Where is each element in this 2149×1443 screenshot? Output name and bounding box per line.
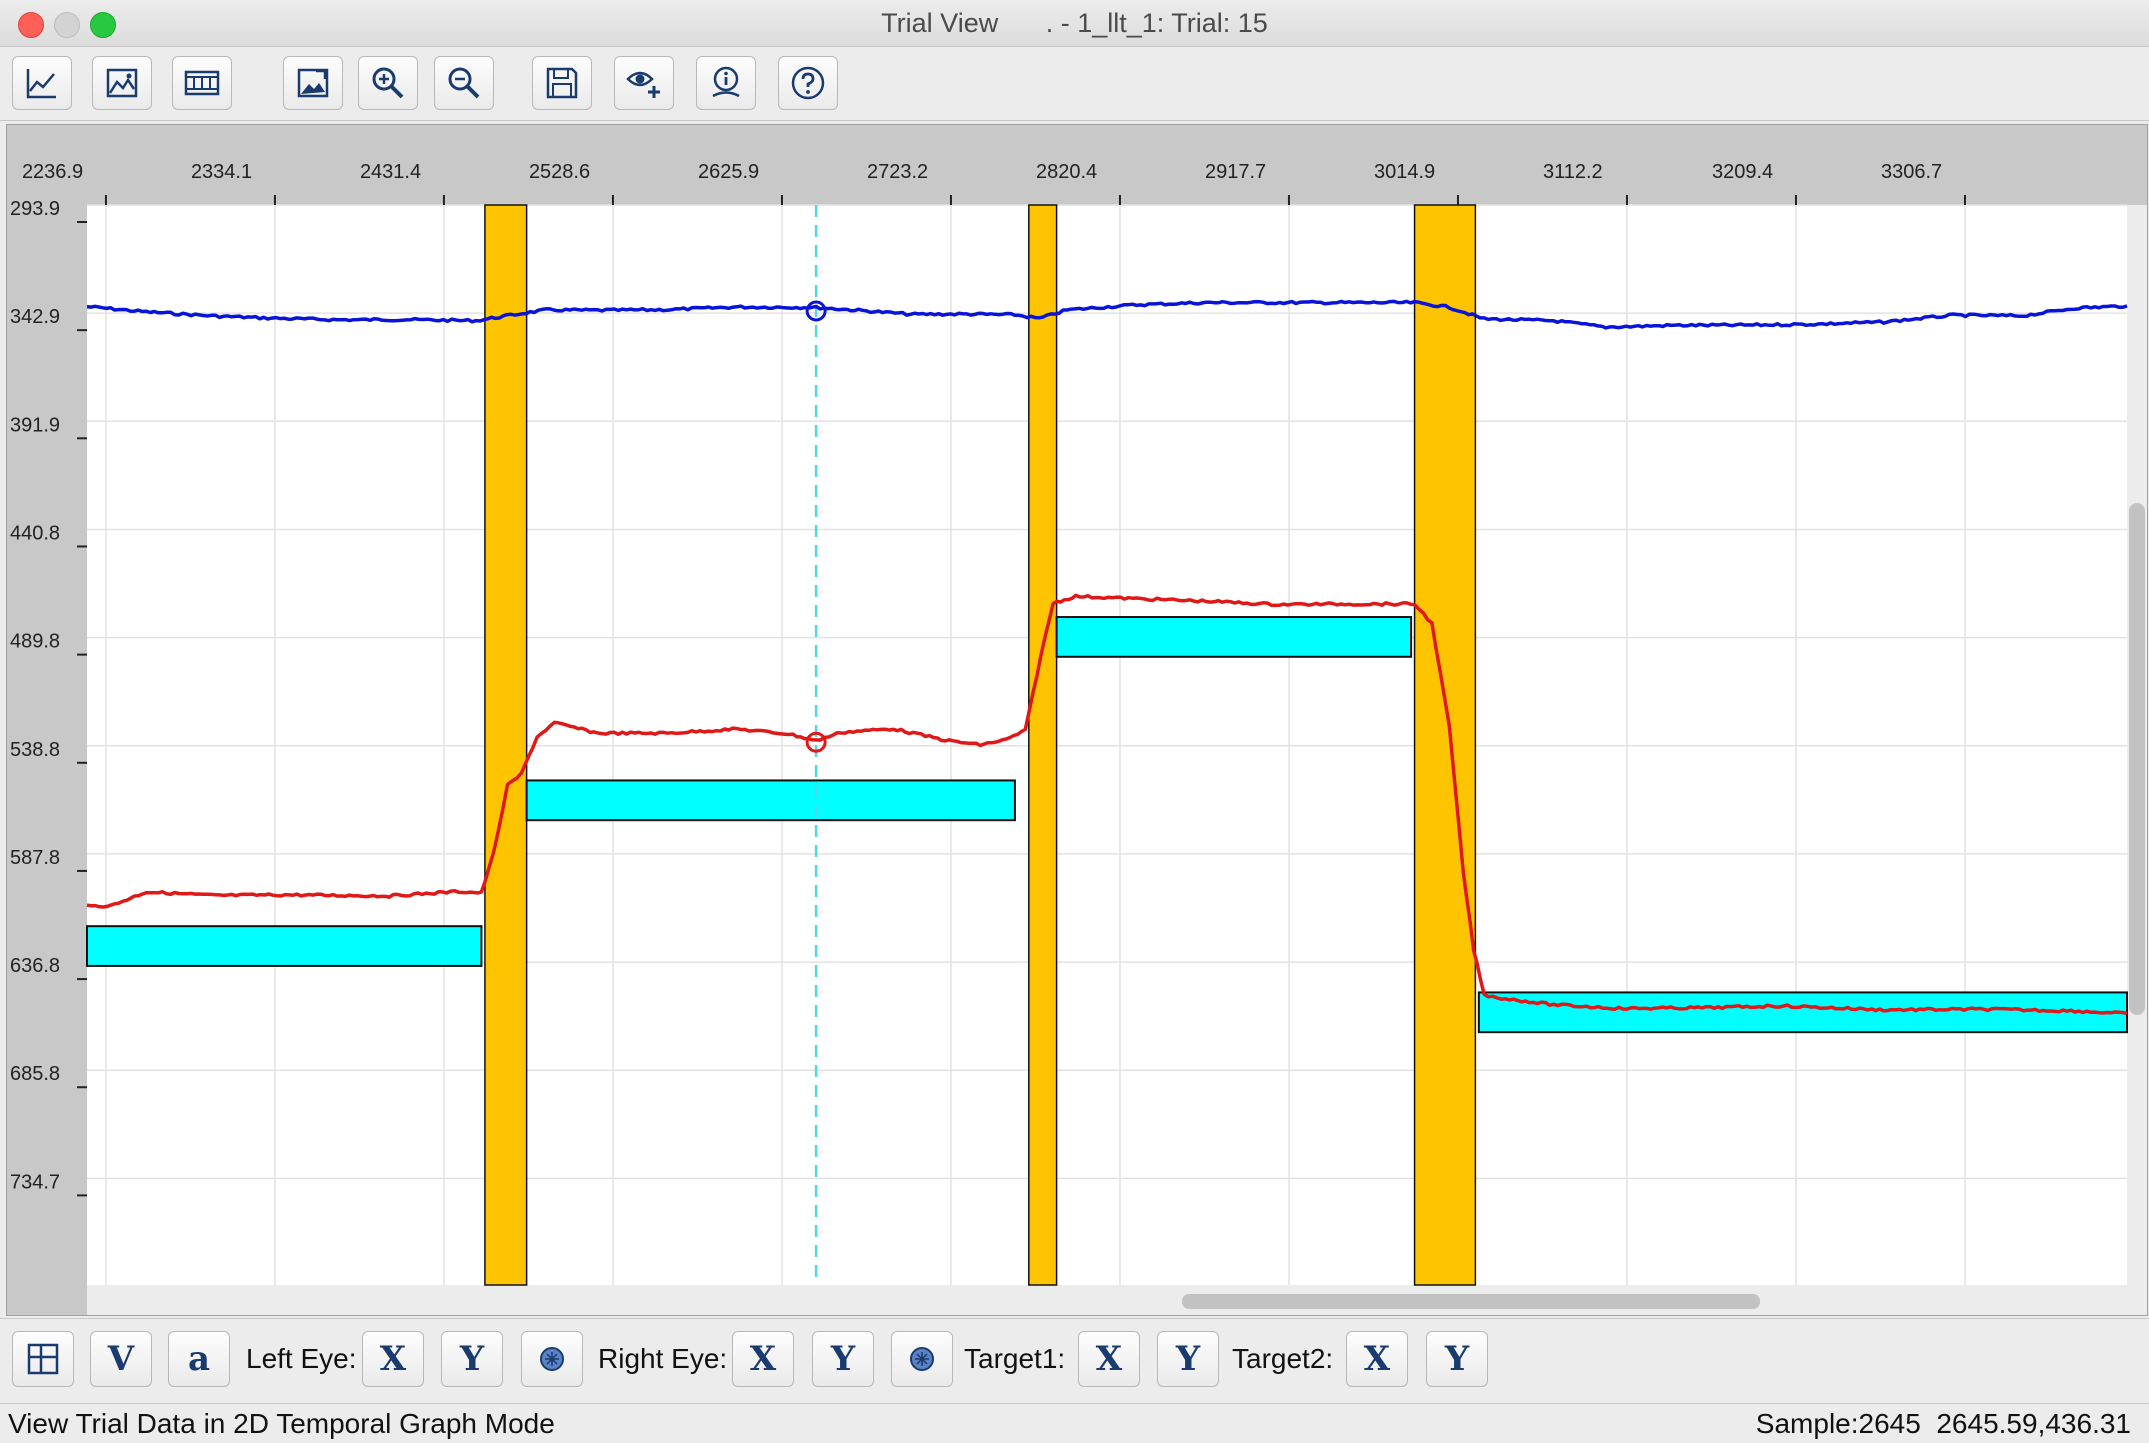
layout-grid-button[interactable] <box>12 1331 74 1387</box>
eye-add-icon <box>626 71 660 98</box>
target-box <box>86 925 483 967</box>
y-tick-label: 440.8 <box>10 522 60 544</box>
target2-x-button[interactable]: X <box>1346 1331 1408 1387</box>
window-title-trial: . - 1_llt_1: Trial: 15 <box>1045 8 1268 38</box>
info-icon <box>712 66 740 98</box>
x-tick-label: 3014.9 <box>1374 161 1435 183</box>
pupil-icon <box>910 1347 934 1371</box>
film-strip-icon <box>184 70 220 96</box>
x-tick-label: 3306.7 <box>1881 161 1942 183</box>
saccade-band <box>484 204 528 1286</box>
target2-y-button[interactable]: Y <box>1426 1331 1488 1387</box>
y-tick-label: 685.8 <box>10 1063 60 1085</box>
target1-y-button[interactable]: Y <box>1157 1331 1219 1387</box>
horizontal-scroll-thumb[interactable] <box>1182 1294 1760 1309</box>
image-edit-icon <box>297 68 329 98</box>
x-tick-label: 2334.1 <box>191 161 252 183</box>
right-eye-y-button[interactable]: Y <box>812 1331 874 1387</box>
info-button[interactable] <box>696 56 756 110</box>
grid-layout-icon <box>27 1343 59 1375</box>
zoom-out-button[interactable] <box>434 56 494 110</box>
help-button[interactable] <box>778 56 838 110</box>
pupil-icon <box>540 1347 564 1371</box>
status-bar: View Trial Data in 2D Temporal Graph Mod… <box>0 1404 2149 1443</box>
y-tick-label: 391.9 <box>10 414 60 436</box>
sample-readout: Sample:2645 2645.59,436.31 <box>1755 1408 2131 1439</box>
right-eye-pupil-button[interactable] <box>891 1331 953 1387</box>
x-tick-label: 3209.4 <box>1712 161 1773 183</box>
help-icon <box>791 66 825 100</box>
eye-add-button[interactable] <box>614 56 674 110</box>
film-strip-button[interactable] <box>172 56 232 110</box>
x-tick-label: 2625.9 <box>698 161 759 183</box>
save-button[interactable] <box>532 56 592 110</box>
y-tick-label: 342.9 <box>10 306 60 328</box>
left-eye-y-button[interactable]: Y <box>441 1331 503 1387</box>
image-graph-button[interactable] <box>92 56 152 110</box>
image-graph-icon <box>106 68 138 98</box>
window-title: Trial View . - 1_llt_1: Trial: 15 <box>0 8 2149 39</box>
line-graph-icon <box>26 69 56 99</box>
x-tick-label: 2820.4 <box>1036 161 1097 183</box>
velocity-toggle-button[interactable]: V <box>90 1331 152 1387</box>
line-graph-button[interactable] <box>12 56 72 110</box>
left-eye-pupil-button[interactable] <box>521 1331 583 1387</box>
window-title-main: Trial View <box>881 8 999 38</box>
left-eye-label: Left Eye: <box>246 1343 357 1374</box>
target-box <box>1055 616 1413 658</box>
y-tick-label: 734.7 <box>10 1171 60 1193</box>
x-tick-label: 2431.4 <box>360 161 421 183</box>
temporal-graph-panel[interactable]: 2236.9 2334.1 2431.4 2528.6 2625.9 2723.2 2820… <box>6 124 2148 1316</box>
zoom-out-icon <box>448 67 480 99</box>
target1-x-button[interactable]: X <box>1078 1331 1140 1387</box>
x-tick-label: 2723.2 <box>867 161 928 183</box>
y-tick-label: 587.8 <box>10 847 60 869</box>
acceleration-toggle-button[interactable]: a <box>168 1331 230 1387</box>
zoom-in-icon <box>372 67 404 99</box>
image-edit-button[interactable] <box>283 56 343 110</box>
x-tick-label: 2917.7 <box>1205 161 1266 183</box>
save-icon <box>546 67 578 99</box>
y-tick-label: 636.8 <box>10 955 60 977</box>
zoom-in-button[interactable] <box>358 56 418 110</box>
mode-status-text: View Trial Data in 2D Temporal Graph Mod… <box>8 1408 555 1439</box>
right-eye-label: Right Eye: <box>598 1343 728 1374</box>
toolbar <box>0 48 2149 121</box>
target2-label: Target2: <box>1232 1343 1334 1374</box>
x-tick-label: 3112.2 <box>1543 161 1603 183</box>
y-tick-label: 293.9 <box>10 198 60 220</box>
saccade-band <box>1028 204 1058 1286</box>
target-box <box>525 779 1016 822</box>
temporal-graph[interactable]: 2236.9 2334.1 2431.4 2528.6 2625.9 2723.2 2820… <box>7 125 2148 1316</box>
x-tick-label: 2528.6 <box>529 161 590 183</box>
channel-toolbar: V a Left Eye: X Y Right Eye: X Y Target1… <box>0 1318 2149 1404</box>
y-tick-label: 538.8 <box>10 739 60 761</box>
title-bar: Trial View . - 1_llt_1: Trial: 15 <box>0 0 2149 47</box>
saccade-band <box>1413 204 1477 1286</box>
left-eye-x-button[interactable]: X <box>362 1331 424 1387</box>
vertical-scroll-thumb[interactable] <box>2129 503 2145 1015</box>
right-eye-x-button[interactable]: X <box>732 1331 794 1387</box>
horizontal-scroll-track[interactable] <box>87 1285 2127 1316</box>
target-box <box>1477 991 2129 1034</box>
x-tick-label: 2236.9 <box>22 161 83 183</box>
plot-background <box>87 205 2127 1285</box>
target1-label: Target1: <box>964 1343 1066 1374</box>
y-tick-label: 489.8 <box>10 631 60 653</box>
